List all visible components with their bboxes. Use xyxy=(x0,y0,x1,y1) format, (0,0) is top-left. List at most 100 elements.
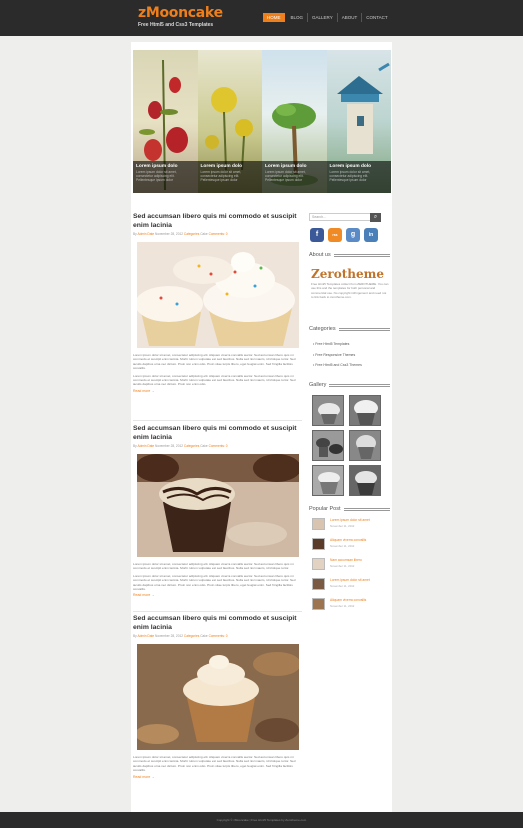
category-label: Free Html5 Templates xyxy=(315,342,350,346)
popular-title-link[interactable]: Aliquam viverra convallis xyxy=(330,538,366,542)
meta-cat-label: Categories xyxy=(183,444,200,448)
image-slider[interactable]: Lorem ipsum dolo Lorem ipsum dolor sit a… xyxy=(133,50,391,193)
popular-date: November 11, 2012 xyxy=(330,544,355,548)
post-excerpt: Lorem ipsum dolor sit amet, consectetur … xyxy=(133,573,296,592)
post-title[interactable]: Sed accumsan libero quis mi commodo et s… xyxy=(133,213,302,230)
site-logo[interactable]: zMooncake Free Html5 and Css3 Templates xyxy=(138,5,223,29)
nav-blog[interactable]: BLOG xyxy=(287,13,309,22)
popular-date: November 11, 2012 xyxy=(330,604,355,608)
read-more-link[interactable]: Read more → xyxy=(133,775,302,779)
meta-comments[interactable]: Comments: 0 xyxy=(209,634,228,638)
meta-author[interactable]: Admin xyxy=(137,232,146,236)
post-excerpt: Lorem ipsum dolor sit amet, consectetur … xyxy=(133,353,296,371)
popular-heading: Popular Post xyxy=(309,506,390,512)
cupcake-leaves-photo xyxy=(137,644,299,750)
nav-contact[interactable]: CONTACT xyxy=(362,13,391,22)
meta-comments[interactable]: Comments: 0 xyxy=(209,444,228,448)
slide-title: Lorem ipsum dolo xyxy=(136,164,178,169)
post-image[interactable] xyxy=(137,454,299,557)
category-item[interactable]: • Free Html5 and Css3 Themes xyxy=(313,361,389,372)
popular-post-item[interactable]: Nam accumsan libero November 11, 2012 xyxy=(312,558,390,570)
post-meta: By Admin Date November 28, 2012 Categori… xyxy=(133,232,302,236)
read-more-link[interactable]: Read more → xyxy=(133,593,302,597)
logo-tagline: Free Html5 and Css3 Templates xyxy=(138,22,214,28)
meta-cat-label: Categories xyxy=(183,232,200,236)
blog-post: Sed accumsan libero quis mi commodo et s… xyxy=(133,425,302,597)
nav-about[interactable]: ABOUT xyxy=(338,13,363,22)
categories-list: • Free Html5 Templates • Free Responsive… xyxy=(313,340,389,372)
meta-cat[interactable]: Cake xyxy=(200,444,207,448)
categories-title: Categories xyxy=(309,326,336,332)
slide-4[interactable]: Lorem ipsum dolo Lorem ipsum dolor sit a… xyxy=(326,50,391,193)
gallery-thumb[interactable] xyxy=(349,395,381,426)
slide-text: Lorem ipsum dolor sit amet, consectetur … xyxy=(265,170,306,183)
meta-date-label: Date xyxy=(147,634,155,638)
read-more-link[interactable]: Read more → xyxy=(133,389,302,393)
popular-thumb xyxy=(312,558,325,570)
top-header: zMooncake Free Html5 and Css3 Templates … xyxy=(0,0,523,36)
popular-title-link[interactable]: Aliquam viverra convallis xyxy=(330,598,366,602)
popular-post-item[interactable]: Aliquam viverra convallis November 11, 20… xyxy=(312,538,390,550)
meta-date: November 28, 2012 xyxy=(155,444,184,448)
popular-title-link[interactable]: Lorem ipsum dolor sit amet xyxy=(330,578,370,582)
popular-title-link[interactable]: Lorem ipsum dolor sit amet xyxy=(330,518,370,522)
slide-text: Lorem ipsum dolor sit amet, consectetur … xyxy=(329,170,371,183)
meta-comments[interactable]: Comments: 0 xyxy=(209,232,228,236)
category-item[interactable]: • Free Responsive Themes xyxy=(313,351,389,362)
popular-post-item[interactable]: Aliquam viverra convallis November 11, 20… xyxy=(312,598,390,610)
post-image[interactable] xyxy=(137,644,299,750)
category-item[interactable]: • Free Html5 Templates xyxy=(313,340,389,351)
gallery-title: Gallery xyxy=(309,382,327,388)
popular-title: Popular Post xyxy=(309,506,341,512)
facebook-icon[interactable]: f xyxy=(310,228,324,242)
slide-caption: Lorem ipsum dolo Lorem ipsum dolor sit a… xyxy=(326,161,391,193)
popular-title-link[interactable]: Nam accumsan libero xyxy=(330,558,362,562)
popular-post-item[interactable]: Lorem ipsum dolor sit amet November 11, 2… xyxy=(312,578,390,590)
gallery-thumb[interactable] xyxy=(312,465,344,496)
slide-2[interactable]: Lorem ipsum dolo Lorem ipsum dolor sit a… xyxy=(197,50,262,193)
meta-author[interactable]: Admin xyxy=(137,634,146,638)
search-button[interactable]: ⌕ xyxy=(370,213,381,222)
popular-thumb xyxy=(312,538,325,550)
popular-thumb xyxy=(312,518,325,530)
blog-post: Sed accumsan libero quis mi commodo et s… xyxy=(133,213,302,393)
googleplus-icon[interactable]: g xyxy=(346,228,360,242)
meta-date-label: Date xyxy=(147,232,155,236)
post-meta: By Admin Date November 28, 2012 Categori… xyxy=(133,444,302,448)
meta-cat[interactable]: Cake xyxy=(200,634,207,638)
post-title[interactable]: Sed accumsan libero quis mi commodo et s… xyxy=(133,425,302,442)
popular-post-item[interactable]: Lorem ipsum dolor sit amet November 11, 2… xyxy=(312,518,390,530)
gallery-thumb[interactable] xyxy=(349,430,381,461)
post-image[interactable] xyxy=(137,242,299,348)
category-label: Free Responsive Themes xyxy=(315,352,356,357)
linkedin-icon[interactable]: in xyxy=(364,228,378,242)
main-nav: HOME BLOG GALLERY ABOUT CONTACT xyxy=(263,13,392,22)
category-label: Free Html5 and Css3 Themes xyxy=(315,363,362,367)
slide-1[interactable]: Lorem ipsum dolo Lorem ipsum dolor sit a… xyxy=(133,50,198,193)
zerotheme-logo[interactable]: Zerotheme xyxy=(311,267,384,281)
slide-3[interactable]: Lorem ipsum dolo Lorem ipsum dolor sit a… xyxy=(262,50,327,193)
gallery-thumb[interactable] xyxy=(312,430,344,461)
gallery-thumb[interactable] xyxy=(312,395,344,426)
slide-caption: Lorem ipsum dolo Lorem ipsum dolor sit a… xyxy=(197,161,262,193)
post-excerpt: Lorem ipsum dolor sit amet, consectetur … xyxy=(133,562,294,571)
nav-home[interactable]: HOME xyxy=(263,13,285,22)
logo-name: zMooncake xyxy=(138,5,223,21)
popular-date: November 11, 2012 xyxy=(330,584,355,588)
cupcakes-photo xyxy=(137,242,299,348)
rss-icon[interactable]: rss xyxy=(328,228,342,242)
popular-date: November 11, 2012 xyxy=(330,564,355,568)
meta-date: November 28, 2012 xyxy=(155,232,184,236)
slide-title: Lorem ipsum dolo xyxy=(265,164,307,169)
meta-date-label: Date xyxy=(147,444,155,448)
meta-cat[interactable]: Cake xyxy=(200,232,207,236)
meta-author[interactable]: Admin xyxy=(137,444,146,448)
nav-gallery[interactable]: GALLERY xyxy=(308,13,338,22)
post-divider xyxy=(133,420,302,421)
gallery-thumb[interactable] xyxy=(349,465,381,496)
post-title[interactable]: Sed accumsan libero quis mi commodo et s… xyxy=(133,615,302,632)
about-text: Free Html5 Templates collect from ZEROTH… xyxy=(311,282,389,299)
heading-divider xyxy=(343,507,390,511)
slide-text: Lorem ipsum dolor sit amet, consectetur … xyxy=(200,170,242,183)
site-footer: Copyright © zMooncake | Free Html5 Templ… xyxy=(0,812,523,828)
